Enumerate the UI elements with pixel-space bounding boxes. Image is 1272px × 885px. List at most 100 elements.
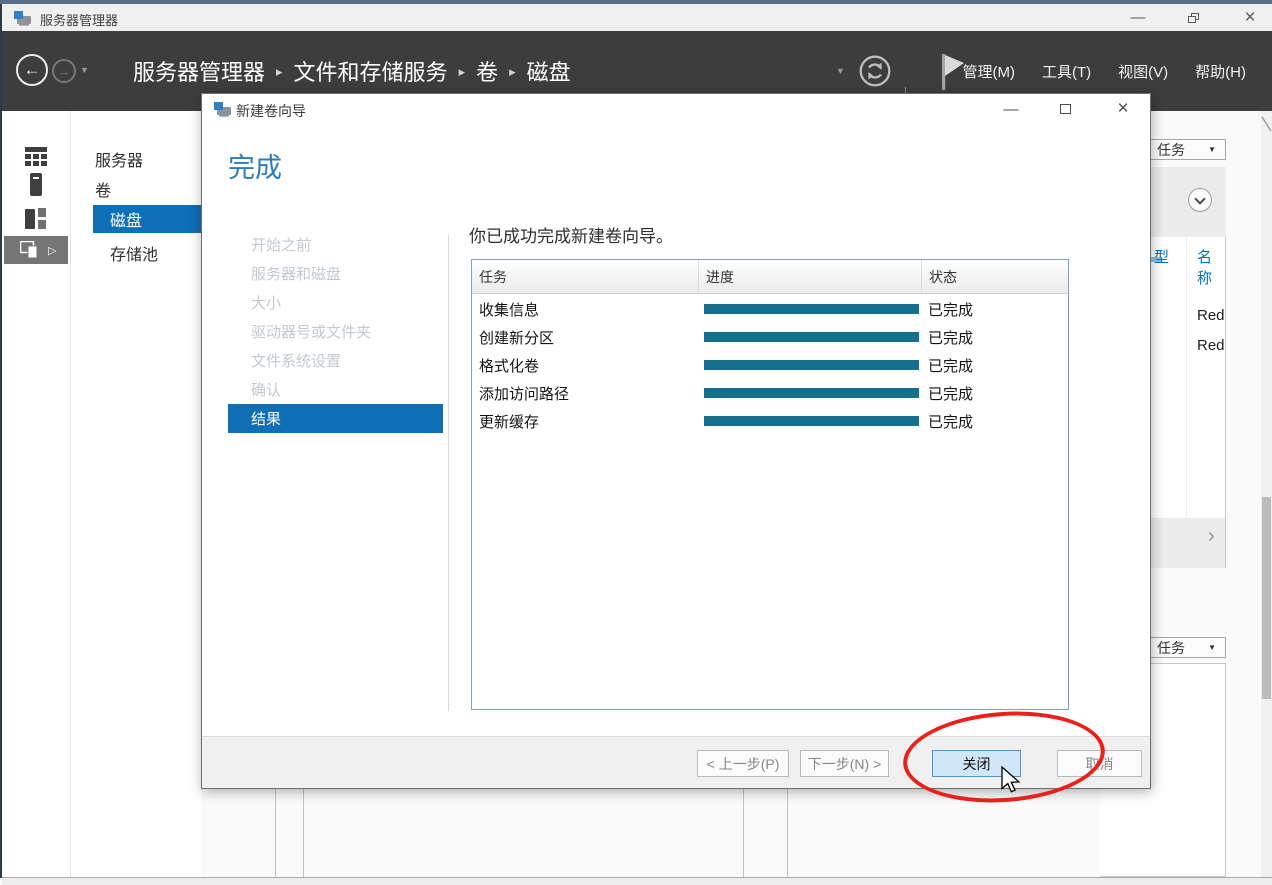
dialog-title: 新建卷向导 <box>236 103 306 119</box>
sidebar-item-storage-pools[interactable]: 存储池 <box>110 241 158 265</box>
table-row: 添加访问路径 已完成 <box>472 379 1068 407</box>
server-manager-icon <box>14 11 31 26</box>
refresh-icon[interactable] <box>858 54 892 88</box>
tasks-caret-icon: ▼ <box>1208 643 1216 652</box>
back-step-button[interactable]: < 上一步(P) <box>697 750 789 777</box>
sidebar-item-volumes[interactable]: 卷 <box>95 177 111 201</box>
chevron-down-icon <box>1194 193 1206 205</box>
app-titlebar: 服务器管理器 — × <box>0 4 1272 31</box>
dialog-minimize-button[interactable]: — <box>989 94 1033 124</box>
step-size[interactable]: 大小 <box>228 288 443 317</box>
tasks-label: 任务 <box>1157 141 1185 158</box>
mouse-cursor-icon <box>1001 766 1021 793</box>
header-progress[interactable]: 进度 <box>699 260 922 293</box>
task-status: 已完成 <box>928 301 974 319</box>
task-name: 创建新分区 <box>479 329 555 347</box>
column-header-type[interactable]: 型 <box>1154 246 1169 267</box>
table-row: 更新缓存 已完成 <box>472 407 1068 435</box>
task-name: 添加访问路径 <box>479 385 570 403</box>
menu-view[interactable]: 视图(V) <box>1118 61 1168 82</box>
window-close-button[interactable]: × <box>1228 4 1272 31</box>
dialog-maximize-button[interactable] <box>1043 94 1087 124</box>
table-row: 收集信息 已完成 <box>472 295 1068 323</box>
disk-row[interactable]: Red <box>1197 337 1225 354</box>
progress-bar <box>704 388 919 398</box>
task-status: 已完成 <box>928 357 974 375</box>
step-results-selected[interactable]: 结果 <box>228 404 443 433</box>
progress-bar <box>704 360 919 370</box>
menu-help[interactable]: 帮助(H) <box>1195 61 1246 82</box>
sidebar-item-servers[interactable]: 服务器 <box>95 147 143 171</box>
collapse-chevron-button[interactable] <box>1188 188 1212 212</box>
pane-divider <box>743 789 744 877</box>
table-row: 创建新分区 已完成 <box>472 323 1068 351</box>
progress-bar <box>704 332 919 342</box>
local-server-icon <box>30 172 42 196</box>
breadcrumb-separator-icon: ▸ <box>458 64 466 79</box>
all-servers-icon <box>25 207 46 229</box>
file-storage-icon <box>20 241 38 259</box>
tasks-caret-icon: ▼ <box>1208 145 1216 154</box>
wizard-icon <box>214 102 231 117</box>
pane-divider <box>303 789 304 877</box>
next-step-button[interactable]: 下一步(N) > <box>800 750 889 777</box>
disks-tasks-dropdown[interactable]: 任务 ▼ <box>1147 139 1226 160</box>
breadcrumb-item-file-storage[interactable]: 文件和存储服务 <box>294 55 448 87</box>
back-button[interactable]: ← <box>16 54 48 86</box>
sidebar-icon-dashboard[interactable] <box>2 142 70 170</box>
notifications-flag-icon[interactable] <box>928 51 964 93</box>
tasks-table: 任务 进度 状态 收集信息 已完成 创建新分区 已完成 格式化卷 已完成 添加访… <box>471 259 1069 710</box>
step-before-begin[interactable]: 开始之前 <box>228 230 443 259</box>
task-status: 已完成 <box>928 329 974 347</box>
app-title: 服务器管理器 <box>40 13 119 28</box>
window-restore-button[interactable] <box>1171 4 1215 31</box>
new-volume-wizard-dialog: 新建卷向导 — × 完成 开始之前 服务器和磁盘 大小 驱动器号或文件夹 文件系… <box>201 93 1151 789</box>
dialog-titlebar: 新建卷向导 — × <box>202 94 1150 124</box>
sidebar-nav: 服务器 卷 磁盘 存储池 <box>71 111 201 877</box>
column-header-name[interactable]: 名称 <box>1197 246 1225 288</box>
progress-bar <box>704 416 919 426</box>
header-status[interactable]: 状态 <box>922 260 1068 293</box>
menu-tools[interactable]: 工具(T) <box>1042 61 1091 82</box>
scrollbar-track[interactable] <box>1261 111 1272 877</box>
history-caret-icon[interactable]: ▼ <box>80 65 89 75</box>
step-server-disk[interactable]: 服务器和磁盘 <box>228 259 443 288</box>
scrollbar-thumb[interactable] <box>1262 497 1271 699</box>
window-left-border <box>0 4 2 878</box>
maximize-icon <box>1059 104 1071 114</box>
chevron-right-icon[interactable]: › <box>1208 526 1215 546</box>
breadcrumb-item-disks[interactable]: 磁盘 <box>527 55 571 87</box>
sidebar-icon-all-servers[interactable] <box>2 204 70 232</box>
expand-arrow-icon: ▷ <box>48 244 57 257</box>
step-file-system[interactable]: 文件系统设置 <box>228 346 443 375</box>
table-row: 格式化卷 已完成 <box>472 351 1068 379</box>
disk-row[interactable]: Red <box>1197 307 1225 324</box>
table-header: 任务 进度 状态 <box>472 260 1068 294</box>
breadcrumb-item-volumes[interactable]: 卷 <box>476 55 498 87</box>
pane-divider <box>787 789 788 877</box>
step-drive-letter[interactable]: 驱动器号或文件夹 <box>228 317 443 346</box>
window-bottom-strip <box>2 878 1272 885</box>
dialog-close-button[interactable]: × <box>1101 94 1145 124</box>
sidebar-icon-strip: ▷ <box>2 111 70 877</box>
task-name: 更新缓存 <box>479 413 540 431</box>
steps-content-separator <box>448 234 449 711</box>
forward-button[interactable]: → <box>52 59 76 83</box>
progress-bar <box>704 304 919 314</box>
wizard-steps: 开始之前 服务器和磁盘 大小 驱动器号或文件夹 文件系统设置 确认 结果 <box>228 230 443 433</box>
sidebar-icon-file-storage-selected[interactable]: ▷ <box>4 236 68 264</box>
pane-divider <box>275 789 276 877</box>
task-name: 收集信息 <box>479 301 540 319</box>
task-status: 已完成 <box>928 413 974 431</box>
sidebar-icon-local-server[interactable] <box>2 170 70 198</box>
window-minimize-button[interactable]: — <box>1116 4 1160 31</box>
task-name: 格式化卷 <box>479 357 540 375</box>
volumes-tasks-dropdown[interactable]: 任务 ▼ <box>1147 637 1226 658</box>
step-confirm[interactable]: 确认 <box>228 375 443 404</box>
breadcrumb-separator-icon: ▸ <box>509 64 516 79</box>
header-task[interactable]: 任务 <box>472 260 699 293</box>
breadcrumb-item-server-manager[interactable]: 服务器管理器 <box>133 55 265 87</box>
sidebar-item-disks-selected[interactable]: 磁盘 <box>93 205 201 233</box>
breadcrumb-dropdown-caret-icon[interactable]: ▼ <box>836 66 845 76</box>
menu-manage[interactable]: 管理(M) <box>963 61 1016 82</box>
